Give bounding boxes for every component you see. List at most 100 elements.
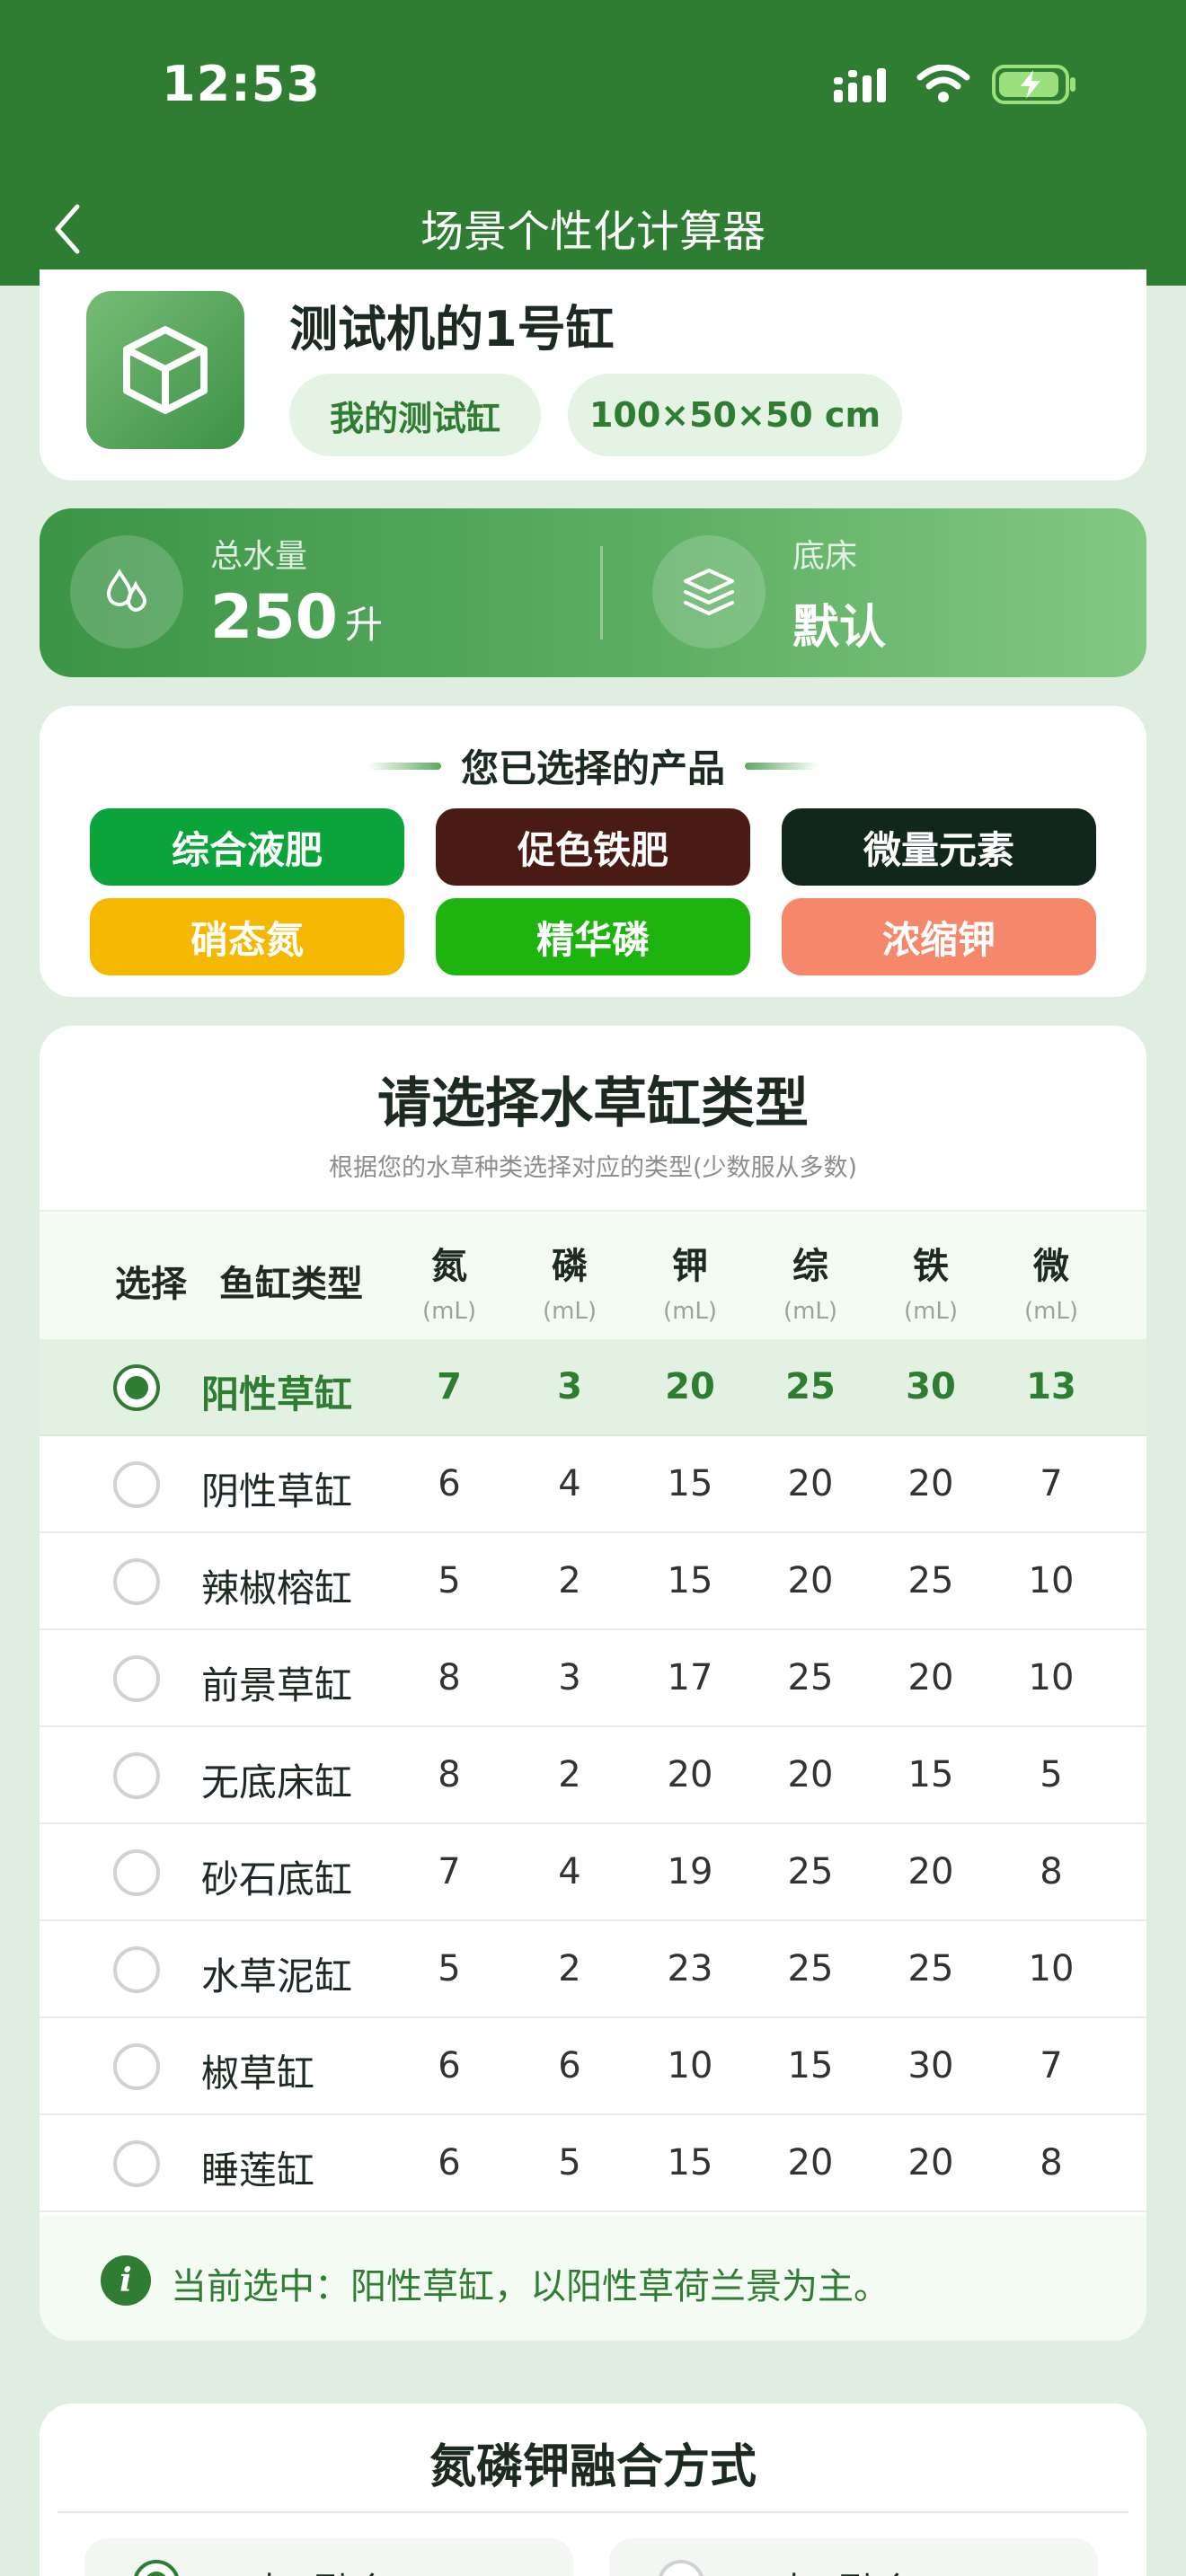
header-type: 鱼缸类型 — [219, 1264, 363, 1305]
radio-button[interactable] — [658, 2560, 704, 2576]
radio-button[interactable] — [113, 1752, 160, 1799]
page-title: 场景个性化计算器 — [420, 207, 766, 257]
dose-cell: 5 — [1040, 1754, 1063, 1795]
product-pill[interactable]: 浓缩钾 — [782, 898, 1096, 975]
dose-cell: 25 — [907, 1948, 954, 1989]
table-row[interactable]: 椒草缸 6 6 10 15 30 7 — [40, 2018, 1146, 2115]
dose-cell: 19 — [667, 1851, 713, 1892]
header-col-unit: (mL) — [903, 1298, 959, 1325]
dose-cell: 20 — [787, 1754, 834, 1795]
header-col: 铁 (mL) — [877, 1237, 985, 1325]
water-drops-icon — [70, 535, 183, 648]
dose-cell: 8 — [1040, 1851, 1063, 1892]
battery-icon — [992, 65, 1075, 104]
substrate-label: 底床 — [792, 538, 858, 575]
product-pill[interactable]: 硝态氮 — [90, 898, 404, 975]
selection-note: i 当前选中：阳性草缸，以阳性草荷兰景为主。 — [40, 2216, 1146, 2341]
dose-cell: 2 — [558, 1948, 581, 1989]
products-title: 您已选择的产品 — [460, 746, 725, 790]
status-bar: 12:53 — [0, 0, 1186, 171]
title-decoration-right — [745, 762, 819, 770]
radio-button[interactable] — [113, 1558, 160, 1605]
dose-cell: 15 — [667, 2142, 713, 2183]
product-pill[interactable]: 精华磷 — [436, 898, 750, 975]
table-row[interactable]: 睡莲缸 6 5 15 20 20 8 — [40, 2115, 1146, 2212]
tank-type-name: 阳性草缸 — [201, 1372, 353, 1416]
dose-cell: 10 — [1028, 1657, 1075, 1698]
tank-type-name: 阴性草缸 — [201, 1469, 353, 1513]
radio-button[interactable] — [113, 1655, 160, 1702]
tank-info-card: 测试机的1号缸 我的测试缸 100×50×50 cm — [40, 269, 1146, 481]
water-volume-value: 250 升 — [210, 582, 383, 653]
dose-cell: 2 — [558, 1560, 581, 1601]
table-row[interactable]: 辣椒榕缸 5 2 15 20 25 10 — [40, 1533, 1146, 1630]
product-pill[interactable]: 促色铁肥 — [436, 808, 750, 886]
table-header: 选择 鱼缸类型 氮 (mL) 磷 (mL) 钾 (mL) 综 (mL) 铁 (mL) 微 (… — [40, 1210, 1146, 1339]
radio-button[interactable] — [113, 2140, 160, 2187]
product-pill[interactable]: 综合液肥 — [90, 808, 404, 886]
fusion-option[interactable]: 三对一融合 — [609, 2538, 1098, 2576]
layers-icon — [652, 535, 766, 648]
dose-cell: 3 — [558, 1657, 581, 1698]
header-col-name: 磷 — [552, 1246, 588, 1287]
table-row[interactable]: 水草泥缸 5 2 23 25 25 10 — [40, 1921, 1146, 2018]
status-time: 12:53 — [162, 56, 321, 112]
divider — [58, 2511, 1128, 2513]
dose-cell: 8 — [438, 1754, 461, 1795]
table-row[interactable]: 阴性草缸 6 4 15 20 20 7 — [40, 1436, 1146, 1533]
fusion-option[interactable]: 三对三融合 — [84, 2538, 573, 2576]
dose-cell: 15 — [787, 2045, 834, 2086]
dose-cell: 4 — [558, 1851, 581, 1892]
dose-cell: 20 — [907, 1463, 954, 1504]
dose-cell: 13 — [1026, 1366, 1076, 1407]
dose-cell: 25 — [907, 1560, 954, 1601]
tank-type-name: 椒草缸 — [201, 2051, 315, 2095]
dose-cell: 15 — [667, 1463, 713, 1504]
header-col-name: 微 — [1033, 1246, 1069, 1287]
info-icon: i — [101, 2255, 151, 2306]
radio-button[interactable] — [133, 2560, 180, 2576]
table-row[interactable]: 砂石底缸 7 4 19 25 20 8 — [40, 1824, 1146, 1921]
dose-cell: 15 — [907, 1754, 954, 1795]
signal-icon — [834, 68, 886, 102]
radio-button[interactable] — [113, 1946, 160, 1993]
dose-cell: 20 — [667, 1754, 713, 1795]
header-col-name: 综 — [792, 1246, 828, 1287]
dose-cell: 5 — [438, 1948, 461, 1989]
header-col: 综 (mL) — [757, 1237, 864, 1325]
wifi-icon — [916, 65, 970, 102]
product-pill[interactable]: 微量元素 — [782, 808, 1096, 886]
dose-cell: 10 — [667, 2045, 713, 2086]
dose-cell: 23 — [667, 1948, 713, 1989]
dose-cell: 15 — [667, 1560, 713, 1601]
divider — [600, 546, 603, 640]
header-col-unit: (mL) — [542, 1298, 597, 1325]
fusion-option-label: 三对一融合 — [726, 2562, 915, 2576]
tank-type-title: 请选择水草缸类型 — [377, 1072, 809, 1135]
header-col: 磷 (mL) — [516, 1237, 624, 1325]
dose-cell: 8 — [438, 1657, 461, 1698]
dose-cell: 20 — [665, 1366, 715, 1407]
header-col-unit: (mL) — [783, 1298, 838, 1325]
header-col: 微 (mL) — [997, 1237, 1105, 1325]
dose-cell: 20 — [787, 1560, 834, 1601]
dose-cell: 10 — [1028, 1948, 1075, 1989]
selection-note-text: 当前选中：阳性草缸，以阳性草荷兰景为主。 — [171, 2266, 890, 2307]
table-row[interactable]: 前景草缸 8 3 17 25 20 10 — [40, 1630, 1146, 1727]
tank-type-card: 请选择水草缸类型 根据您的水草种类选择对应的类型(少数服从多数) 选择 鱼缸类型… — [40, 1026, 1146, 2341]
radio-button[interactable] — [113, 1461, 160, 1508]
dose-cell: 20 — [907, 2142, 954, 2183]
dose-cell: 7 — [1040, 2045, 1063, 2086]
header-col-unit: (mL) — [421, 1298, 477, 1325]
header-col-name: 钾 — [672, 1246, 708, 1287]
radio-button[interactable] — [113, 1364, 160, 1411]
npk-title: 氮磷钾融合方式 — [429, 2440, 757, 2494]
tank-cube-icon — [86, 291, 244, 449]
header-col-unit: (mL) — [1023, 1298, 1079, 1325]
dose-cell: 25 — [787, 1948, 834, 1989]
radio-button[interactable] — [113, 2043, 160, 2090]
table-row[interactable]: 无底床缸 8 2 20 20 15 5 — [40, 1727, 1146, 1824]
radio-button[interactable] — [113, 1849, 160, 1896]
table-row[interactable]: 阳性草缸 7 3 20 25 30 13 — [40, 1339, 1146, 1436]
dose-cell: 6 — [558, 2045, 581, 2086]
